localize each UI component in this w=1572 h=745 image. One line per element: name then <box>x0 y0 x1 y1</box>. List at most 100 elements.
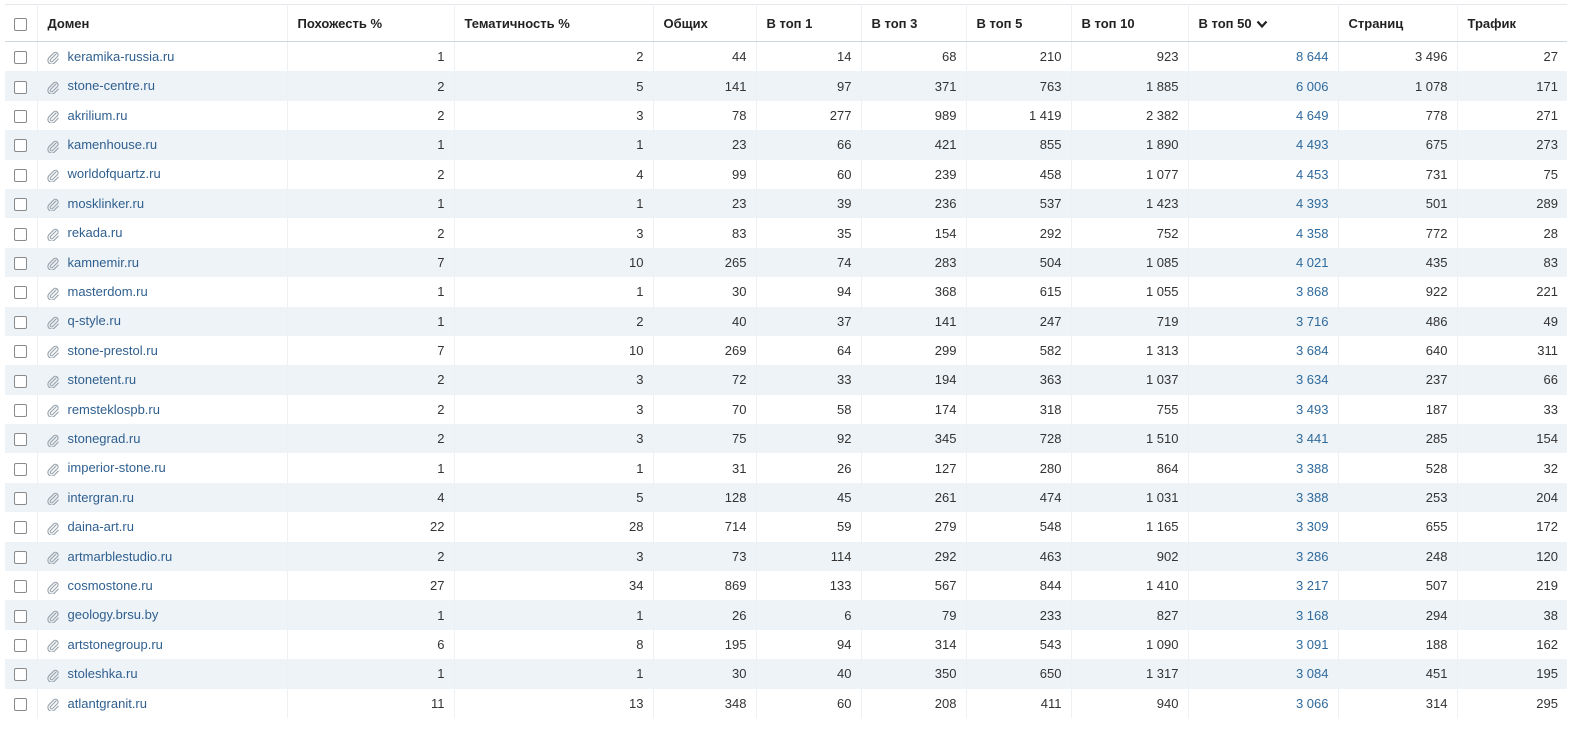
domain-link[interactable]: artmarblestudio.ru <box>68 549 173 564</box>
domain-link[interactable]: cosmostone.ru <box>68 578 153 593</box>
thematicity-cell: 3 <box>454 100 654 131</box>
top50-cell[interactable]: 4 649 <box>1188 100 1339 131</box>
domain-link[interactable]: imperior-stone.ru <box>68 460 166 475</box>
top50-cell[interactable]: 4 021 <box>1188 247 1339 278</box>
column-header-similarity[interactable]: Похожесть % <box>287 4 455 42</box>
paperclip-icon <box>46 169 59 183</box>
top50-cell[interactable]: 3 868 <box>1188 277 1339 307</box>
row-checkbox[interactable] <box>14 639 28 653</box>
row-checkbox[interactable] <box>14 168 28 182</box>
domain-link[interactable]: masterdom.ru <box>68 284 148 299</box>
row-checkbox[interactable] <box>14 462 28 476</box>
domain-link[interactable]: geology.brsu.by <box>68 607 159 622</box>
domain-link[interactable]: akrilium.ru <box>68 108 128 123</box>
row-checkbox[interactable] <box>14 609 28 623</box>
domain-link[interactable]: daina-art.ru <box>68 519 134 534</box>
row-checkbox[interactable] <box>14 697 28 711</box>
domain-link[interactable]: stone-centre.ru <box>68 78 155 93</box>
column-header-top10[interactable]: В топ 10 <box>1071 4 1189 42</box>
top1-cell: 45 <box>756 482 862 513</box>
row-checkbox[interactable] <box>14 286 28 300</box>
column-header-top5[interactable]: В топ 5 <box>966 4 1072 42</box>
column-header-top3[interactable]: В топ 3 <box>861 4 967 42</box>
top10-cell: 1 090 <box>1071 629 1189 660</box>
row-checkbox[interactable] <box>14 521 28 535</box>
row-checkbox[interactable] <box>14 256 28 270</box>
domain-link[interactable]: q-style.ru <box>68 313 121 328</box>
domain-link[interactable]: remsteklospb.ru <box>68 402 160 417</box>
row-checkbox[interactable] <box>14 668 28 682</box>
top50-cell[interactable]: 8 644 <box>1188 41 1339 72</box>
row-checkbox[interactable] <box>14 550 28 564</box>
domain-link[interactable]: worldofquartz.ru <box>68 166 161 181</box>
paperclip-icon <box>46 81 59 94</box>
row-checkbox[interactable] <box>14 51 28 65</box>
top50-cell[interactable]: 3 441 <box>1188 424 1339 454</box>
top50-cell[interactable]: 3 634 <box>1188 365 1339 395</box>
domain-link[interactable]: stoleshka.ru <box>68 666 138 681</box>
domain-link[interactable]: atlantgranit.ru <box>68 696 148 711</box>
top50-cell[interactable]: 3 684 <box>1188 335 1339 366</box>
domain-link[interactable]: kamenhouse.ru <box>68 137 158 152</box>
top1-cell: 133 <box>756 571 862 601</box>
column-header-domain[interactable]: Домен <box>37 4 288 42</box>
top1-cell: 60 <box>756 688 862 718</box>
domain-link[interactable]: keramika-russia.ru <box>68 49 175 64</box>
column-header-traffic[interactable]: Трафик <box>1457 4 1567 42</box>
domain-link[interactable]: stonetent.ru <box>68 372 137 387</box>
top3-cell: 236 <box>861 188 967 219</box>
row-checkbox[interactable] <box>14 403 28 417</box>
top50-cell[interactable]: 3 168 <box>1188 600 1339 630</box>
paperclip-icon <box>46 610 59 623</box>
select-all-cell <box>5 4 38 42</box>
top50-cell[interactable]: 4 358 <box>1188 218 1339 248</box>
top1-cell: 39 <box>756 188 862 219</box>
domain-link[interactable]: kamnemir.ru <box>68 255 140 270</box>
domain-link[interactable]: stonegrad.ru <box>68 431 141 446</box>
row-checkbox[interactable] <box>14 492 28 506</box>
column-header-pages[interactable]: Страниц <box>1338 4 1458 42</box>
top50-cell[interactable]: 3 217 <box>1188 571 1339 601</box>
row-checkbox[interactable] <box>14 315 28 329</box>
top50-cell[interactable]: 3 388 <box>1188 453 1339 483</box>
top50-cell[interactable]: 4 493 <box>1188 130 1339 160</box>
pages-cell: 237 <box>1338 365 1458 395</box>
top10-cell: 1 077 <box>1071 159 1189 189</box>
top50-cell[interactable]: 3 066 <box>1188 688 1339 718</box>
similarity-cell: 1 <box>287 41 455 72</box>
top50-cell[interactable]: 4 393 <box>1188 188 1339 219</box>
top50-cell[interactable]: 3 286 <box>1188 541 1339 572</box>
row-checkbox[interactable] <box>14 198 28 212</box>
row-checkbox[interactable] <box>14 345 28 359</box>
domain-link[interactable]: intergran.ru <box>68 490 134 505</box>
row-checkbox[interactable] <box>14 139 28 153</box>
row-checkbox[interactable] <box>14 580 28 594</box>
traffic-cell: 311 <box>1537 343 1558 359</box>
top50-cell[interactable]: 3 716 <box>1188 306 1339 336</box>
column-header-top1[interactable]: В топ 1 <box>756 4 862 42</box>
column-header-common[interactable]: Общих <box>653 4 757 42</box>
top1-cell: 97 <box>756 71 862 101</box>
row-checkbox[interactable] <box>14 110 28 123</box>
column-header-thematicity[interactable]: Тематичность % <box>454 4 654 42</box>
row-checkbox[interactable] <box>14 374 28 388</box>
row-checkbox[interactable] <box>14 433 28 447</box>
top50-cell[interactable]: 3 388 <box>1188 482 1339 513</box>
top50-cell[interactable]: 4 453 <box>1188 159 1339 189</box>
domain-link[interactable]: artstonegroup.ru <box>68 637 163 652</box>
domain-link[interactable]: rekada.ru <box>68 225 123 240</box>
top50-cell[interactable]: 3 084 <box>1188 659 1339 689</box>
domain-cell: akrilium.ru <box>37 100 288 131</box>
select-all-checkbox[interactable] <box>14 17 28 31</box>
top50-cell[interactable]: 3 493 <box>1188 394 1339 425</box>
row-checkbox[interactable] <box>14 227 28 241</box>
top50-cell[interactable]: 3 091 <box>1188 629 1339 660</box>
top50-cell[interactable]: 6 006 <box>1188 71 1339 101</box>
top10-cell: 2 382 <box>1071 100 1189 131</box>
domain-link[interactable]: mosklinker.ru <box>68 196 145 211</box>
domain-link[interactable]: stone-prestol.ru <box>68 343 158 358</box>
row-checkbox[interactable] <box>14 80 28 94</box>
column-header-top50[interactable]: В топ 50 <box>1188 4 1339 42</box>
top3-cell: 68 <box>861 41 967 72</box>
top50-cell[interactable]: 3 309 <box>1188 512 1339 542</box>
